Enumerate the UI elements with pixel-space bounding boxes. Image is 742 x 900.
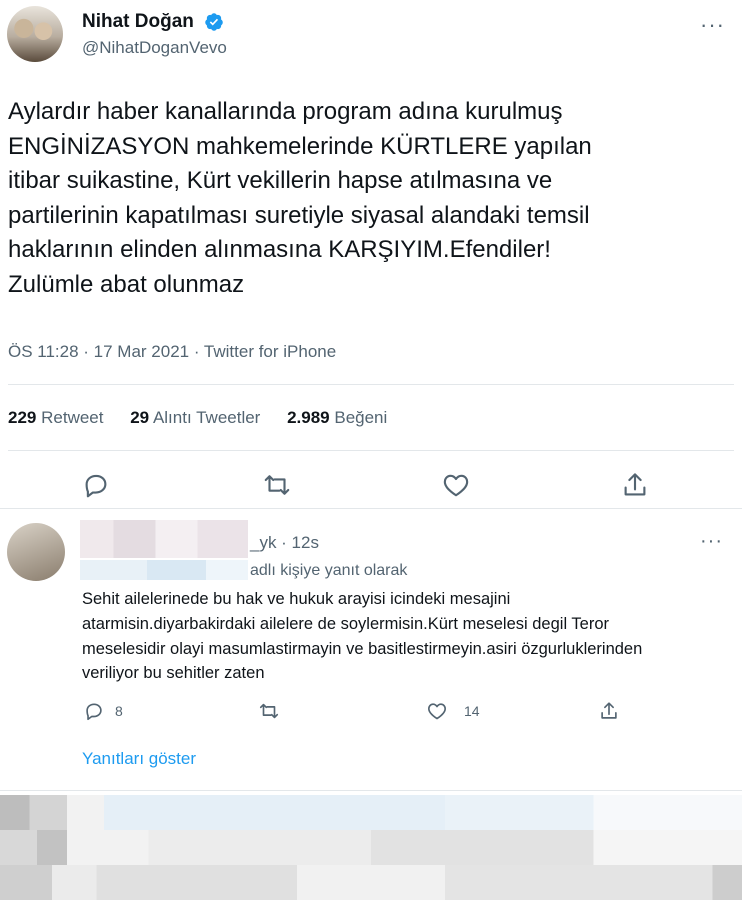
quote-label[interactable]: Alıntı Tweetler bbox=[153, 408, 260, 427]
like-count[interactable]: 2.989 bbox=[287, 408, 330, 427]
share-icon[interactable] bbox=[620, 470, 650, 500]
author-avatar[interactable] bbox=[7, 6, 63, 62]
retweet-count[interactable]: 229 bbox=[8, 408, 36, 427]
verified-badge-icon bbox=[205, 13, 223, 31]
tweet-text-line: ENGİNİZASYON mahkemelerinde KÜRTLERE yap… bbox=[8, 132, 592, 160]
reply-to-label: adlı kişiye yanıt olarak bbox=[250, 562, 408, 579]
reply-avatar[interactable] bbox=[7, 523, 65, 581]
blurred-mention bbox=[80, 560, 248, 580]
reply-text-line: meselesidir olayi masumlastirmayin ve ba… bbox=[82, 639, 643, 658]
reply-handle[interactable]: _yk · 12s bbox=[250, 533, 319, 553]
main-tweet: Nihat Doğan @NihatDoganVevo ··· Aylardır… bbox=[0, 0, 742, 505]
show-replies-link[interactable]: Yanıtları göster bbox=[82, 749, 196, 769]
reply-text: Sehit ailelerinede bu hak ve hukuk arayi… bbox=[82, 587, 737, 686]
quote-count[interactable]: 29 bbox=[130, 408, 149, 427]
reply-text-line: Sehit ailelerinede bu hak ve hukuk arayi… bbox=[82, 590, 511, 608]
reply-text-line: atarmisin.diyarbakirdaki ailelere de soy… bbox=[82, 614, 609, 633]
divider bbox=[0, 508, 742, 509]
reply-count: 8 bbox=[115, 703, 123, 719]
reply-share-action[interactable] bbox=[598, 698, 620, 724]
like-icon[interactable] bbox=[441, 470, 471, 500]
reply-reply-action[interactable]: 8 bbox=[83, 698, 123, 724]
reply-icon[interactable] bbox=[81, 470, 111, 500]
blurred-content bbox=[0, 865, 742, 900]
blurred-username bbox=[80, 520, 248, 558]
tweet-text-line: itibar suikastine, Kürt vekillerin hapse… bbox=[8, 167, 553, 194]
reply-icon[interactable] bbox=[83, 700, 105, 722]
tweet-text-line: Zulümle abat olunmaz bbox=[8, 270, 245, 298]
tweet-text-line: partilerinin kapatılması suretiyle siyas… bbox=[8, 201, 590, 229]
reply-like-count: 14 bbox=[464, 703, 480, 719]
tweet-stats: 229 Retweet 29 Alıntı Tweetler 2.989 Beğ… bbox=[8, 408, 387, 428]
author-name[interactable]: Nihat Doğan bbox=[82, 11, 194, 33]
tweet-text-line: haklarının elinden alınmasına KARŞIYIM.E… bbox=[8, 236, 551, 263]
retweet-icon[interactable] bbox=[262, 470, 292, 500]
author-handle[interactable]: @NihatDoganVevo bbox=[82, 38, 227, 58]
divider bbox=[0, 790, 742, 791]
like-icon[interactable] bbox=[426, 700, 448, 722]
retweet-label[interactable]: Retweet bbox=[41, 408, 103, 427]
more-options-icon[interactable]: ··· bbox=[700, 12, 725, 38]
tweet-text: Aylardır haber kanallarında program adın… bbox=[8, 95, 733, 302]
reply-retweet-action[interactable] bbox=[258, 698, 280, 724]
blurred-content bbox=[0, 830, 742, 865]
reply-text-line: veriliyor bu sehitler zaten bbox=[82, 664, 265, 683]
divider bbox=[8, 384, 734, 385]
retweet-icon[interactable] bbox=[258, 700, 280, 722]
like-label[interactable]: Beğeni bbox=[334, 408, 387, 427]
tweet-text-line: Aylardır haber kanallarında program adın… bbox=[8, 98, 563, 125]
blurred-content bbox=[0, 795, 742, 830]
tweet-timestamp[interactable]: ÖS 11:28 · 17 Mar 2021 · Twitter for iPh… bbox=[8, 342, 336, 362]
more-options-icon[interactable]: ··· bbox=[700, 530, 723, 553]
share-icon[interactable] bbox=[598, 700, 620, 722]
divider bbox=[8, 450, 734, 451]
reply-like-action[interactable]: 14 bbox=[426, 698, 480, 724]
